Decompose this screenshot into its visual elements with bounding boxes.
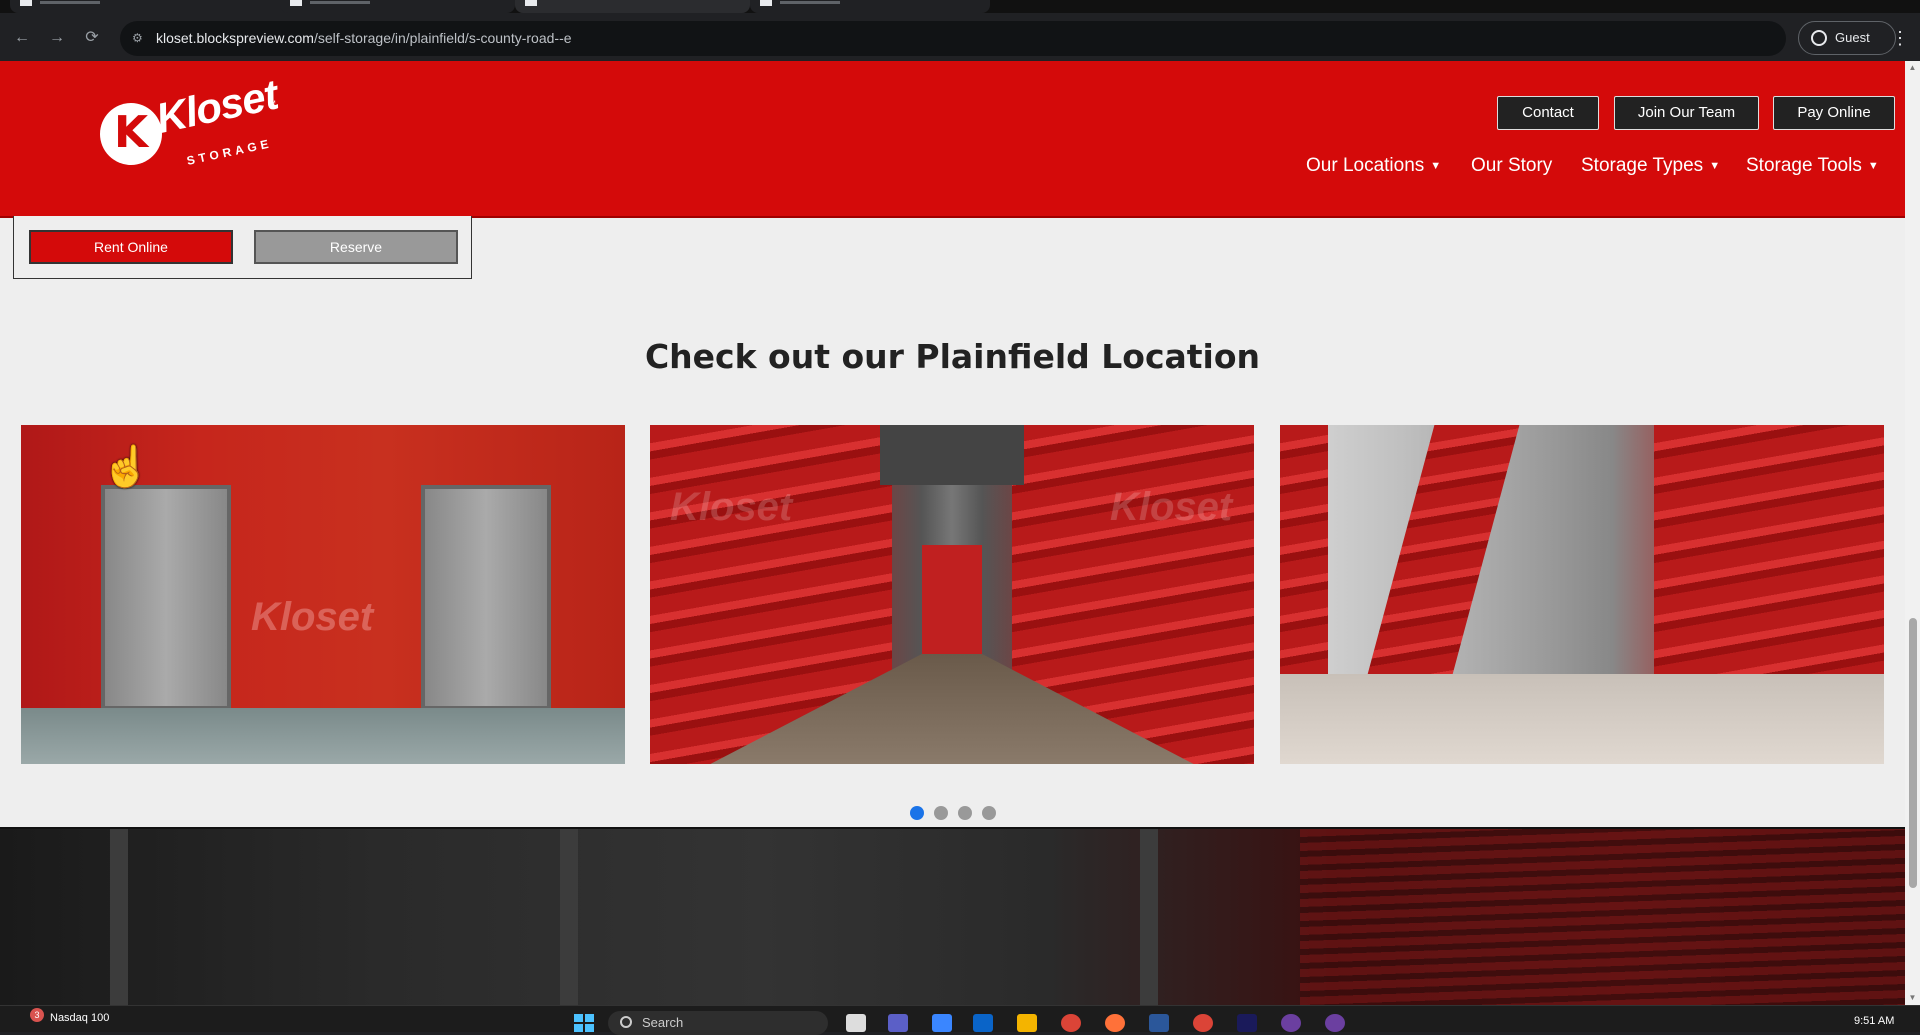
elevator-door bbox=[101, 485, 231, 710]
audition-icon[interactable] bbox=[1237, 1014, 1257, 1032]
gallery-image-elevators[interactable]: Kloset ☝ bbox=[21, 425, 625, 764]
widget-badge: 3 bbox=[30, 1008, 44, 1022]
carousel-dot[interactable] bbox=[910, 806, 924, 820]
url-text: kloset.blockspreview.com/self-storage/in… bbox=[156, 30, 572, 46]
task-view-icon[interactable] bbox=[846, 1014, 866, 1032]
site-info-icon[interactable]: ⚙ bbox=[132, 31, 146, 45]
taskbar-search[interactable]: Search bbox=[608, 1011, 828, 1035]
scroll-down-icon[interactable]: ▼ bbox=[1908, 993, 1917, 1002]
join-our-team-button[interactable]: Join Our Team bbox=[1614, 96, 1759, 130]
wall-logo-watermark: Kloset bbox=[251, 595, 374, 639]
search-icon bbox=[620, 1016, 632, 1028]
nav-storage-tools[interactable]: Storage Tools ▼ bbox=[1746, 151, 1879, 181]
store-icon[interactable] bbox=[973, 1014, 993, 1032]
nav-our-locations[interactable]: Our Locations ▼ bbox=[1306, 151, 1441, 181]
pay-online-button[interactable]: Pay Online bbox=[1773, 96, 1895, 130]
nav-our-story[interactable]: Our Story bbox=[1471, 151, 1552, 181]
site-header: K Kloset STORAGE ™ Contact Join Our Team… bbox=[0, 61, 1905, 218]
arrow-right-icon[interactable]: → bbox=[45, 26, 69, 50]
profile-icon bbox=[1811, 30, 1827, 46]
browser-tab[interactable] bbox=[280, 0, 515, 13]
kloset-logo[interactable]: K Kloset STORAGE ™ bbox=[100, 71, 281, 170]
profile-button[interactable]: Guest bbox=[1798, 21, 1896, 55]
chrome-icon[interactable] bbox=[1193, 1014, 1213, 1032]
gallery-title: Check out our Plainfield Location bbox=[644, 337, 1261, 376]
browser-tab-active[interactable] bbox=[515, 0, 750, 13]
caret-down-icon: ▼ bbox=[1430, 160, 1442, 172]
windows-taskbar: 3 Nasdaq 100 Search 9:51 AM bbox=[0, 1005, 1920, 1035]
file-explorer-icon[interactable] bbox=[1017, 1014, 1037, 1032]
taskbar-clock[interactable]: 9:51 AM bbox=[1854, 1015, 1894, 1027]
copilot-icon[interactable] bbox=[932, 1014, 952, 1032]
door-logo-watermark: Kloset bbox=[670, 485, 793, 529]
nav-storage-types[interactable]: Storage Types ▼ bbox=[1581, 151, 1720, 181]
caret-down-icon: ▼ bbox=[1709, 160, 1721, 172]
word-icon[interactable] bbox=[1149, 1014, 1169, 1032]
browser-tab[interactable] bbox=[750, 0, 990, 13]
arrow-left-icon[interactable]: ← bbox=[10, 26, 34, 50]
firefox-icon[interactable] bbox=[1105, 1014, 1125, 1032]
scroll-up-icon[interactable]: ▲ bbox=[1908, 63, 1917, 72]
more-vertical-icon[interactable]: ⋮ bbox=[1890, 26, 1910, 50]
windows-start-icon[interactable] bbox=[574, 1014, 594, 1032]
tab-favicon-icon bbox=[20, 0, 32, 6]
elevator-door bbox=[421, 485, 551, 710]
carousel-dot[interactable] bbox=[934, 806, 948, 820]
address-bar[interactable]: ⚙ kloset.blockspreview.com/self-storage/… bbox=[120, 21, 1786, 56]
tab-favicon-icon bbox=[290, 0, 302, 6]
carousel-dot[interactable] bbox=[958, 806, 972, 820]
browser-toolbar: ← → ⟳ ⚙ kloset.blockspreview.com/self-st… bbox=[0, 16, 1920, 61]
rent-online-button[interactable]: Rent Online bbox=[29, 230, 233, 264]
app-icon[interactable] bbox=[1281, 1014, 1301, 1032]
reload-icon[interactable]: ⟳ bbox=[80, 26, 104, 50]
reserve-button[interactable]: Reserve bbox=[254, 230, 458, 264]
chrome-icon[interactable] bbox=[1061, 1014, 1081, 1032]
tab-favicon-icon bbox=[760, 0, 772, 6]
app-icon[interactable] bbox=[1325, 1014, 1345, 1032]
carousel-dot[interactable] bbox=[982, 806, 996, 820]
gallery-image-hallway[interactable]: Kloset Kloset bbox=[650, 425, 1254, 764]
page-viewport: K Kloset STORAGE ™ Contact Join Our Team… bbox=[0, 61, 1905, 1005]
hand-cursor-icon: ☝ bbox=[101, 445, 151, 489]
gallery-image-open-unit[interactable] bbox=[1280, 425, 1884, 764]
tab-strip bbox=[0, 0, 1920, 13]
caret-down-icon: ▼ bbox=[1867, 160, 1879, 172]
dark-hero-band bbox=[0, 827, 1905, 1005]
browser-chrome: ← → ⟳ ⚙ kloset.blockspreview.com/self-st… bbox=[0, 0, 1920, 61]
tab-favicon-icon bbox=[525, 0, 537, 6]
teams-icon[interactable] bbox=[888, 1014, 908, 1032]
unit-rent-box: Rent Online Reserve bbox=[13, 216, 472, 279]
scroll-thumb[interactable] bbox=[1909, 618, 1917, 888]
page-scrollbar[interactable]: ▲ ▼ bbox=[1905, 61, 1920, 1005]
nasdaq-widget[interactable]: Nasdaq 100 bbox=[50, 1012, 109, 1024]
door-logo-watermark: Kloset bbox=[1110, 485, 1233, 529]
contact-button[interactable]: Contact bbox=[1497, 96, 1599, 130]
